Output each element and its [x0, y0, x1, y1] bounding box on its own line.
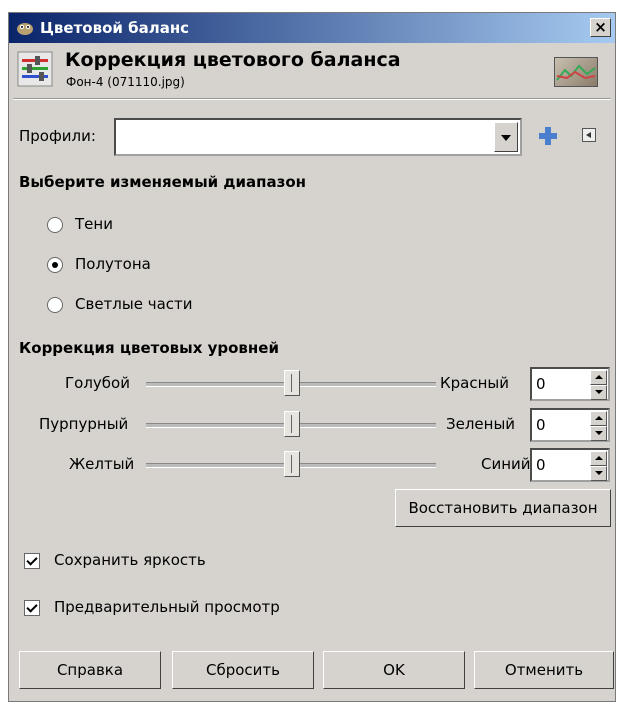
title-bar[interactable]: Цветовой баланс × — [9, 13, 615, 43]
reset-range-button[interactable]: Восстановить диапазон — [395, 489, 611, 527]
chevron-down-icon[interactable] — [494, 122, 518, 152]
header-separator — [13, 98, 611, 100]
top-strip — [0, 0, 622, 10]
radio-highlights[interactable] — [47, 297, 63, 313]
cyan-label: Голубой — [65, 374, 130, 392]
spin-down-icon[interactable] — [590, 466, 607, 481]
radio-midtones-label: Полутона — [75, 255, 151, 273]
window-title: Цветовой баланс — [40, 19, 190, 37]
radio-highlights-label: Светлые части — [75, 295, 193, 313]
header-title: Коррекция цветового баланса — [65, 49, 401, 71]
preset-menu-icon[interactable] — [582, 128, 596, 142]
blue-label: Синий — [481, 455, 531, 473]
radio-shadows[interactable] — [47, 217, 63, 233]
magenta-green-spinbox[interactable]: 0 — [530, 408, 610, 442]
yellow-blue-spinbox[interactable]: 0 — [530, 448, 610, 482]
reset-button[interactable]: Сбросить — [172, 651, 314, 689]
yellow-label: Желтый — [69, 455, 135, 473]
radio-midtones[interactable] — [47, 257, 63, 273]
cyan-red-spinbox[interactable]: 0 — [530, 367, 610, 401]
preview-checkbox[interactable] — [24, 600, 40, 616]
green-label: Зеленый — [446, 415, 516, 433]
dialog-header: Коррекция цветового баланса Фон-4 (07111… — [9, 43, 615, 97]
cyan-red-value: 0 — [536, 375, 546, 393]
yellow-blue-slider-handle[interactable] — [284, 451, 300, 477]
image-thumbnail — [554, 57, 598, 87]
range-heading: Выберите изменяемый диапазон — [19, 173, 306, 191]
cyan-red-slider-handle[interactable] — [284, 370, 300, 396]
radio-shadows-label: Тени — [75, 215, 113, 233]
color-balance-icon — [17, 51, 53, 87]
spin-up-icon[interactable] — [590, 370, 607, 385]
magenta-label: Пурпурный — [39, 415, 129, 433]
cancel-button[interactable]: Отменить — [474, 651, 614, 689]
header-subtitle: Фон-4 (071110.jpg) — [66, 75, 185, 89]
help-button[interactable]: Справка — [19, 651, 161, 689]
gimp-icon — [17, 23, 33, 35]
spin-up-icon[interactable] — [590, 451, 607, 466]
profiles-label: Профили: — [19, 127, 96, 145]
levels-heading: Коррекция цветовых уровней — [19, 339, 279, 357]
magenta-green-value: 0 — [536, 416, 546, 434]
preview-label: Предварительный просмотр — [54, 598, 280, 616]
spin-down-icon[interactable] — [590, 426, 607, 441]
thumbnail-image-icon — [556, 64, 596, 81]
magenta-green-slider-handle[interactable] — [284, 411, 300, 437]
ok-button[interactable]: OK — [323, 651, 465, 689]
close-button[interactable]: × — [590, 18, 611, 37]
add-preset-icon[interactable] — [539, 127, 557, 145]
yellow-blue-value: 0 — [536, 456, 546, 474]
spin-down-icon[interactable] — [590, 385, 607, 400]
color-balance-dialog: Цветовой баланс × Коррекция цветового ба… — [8, 12, 616, 702]
preserve-luminosity-label: Сохранить яркость — [54, 551, 206, 569]
profiles-combo[interactable] — [114, 118, 522, 156]
preserve-luminosity-checkbox[interactable] — [24, 553, 40, 569]
red-label: Красный — [440, 374, 510, 392]
spin-up-icon[interactable] — [590, 411, 607, 426]
